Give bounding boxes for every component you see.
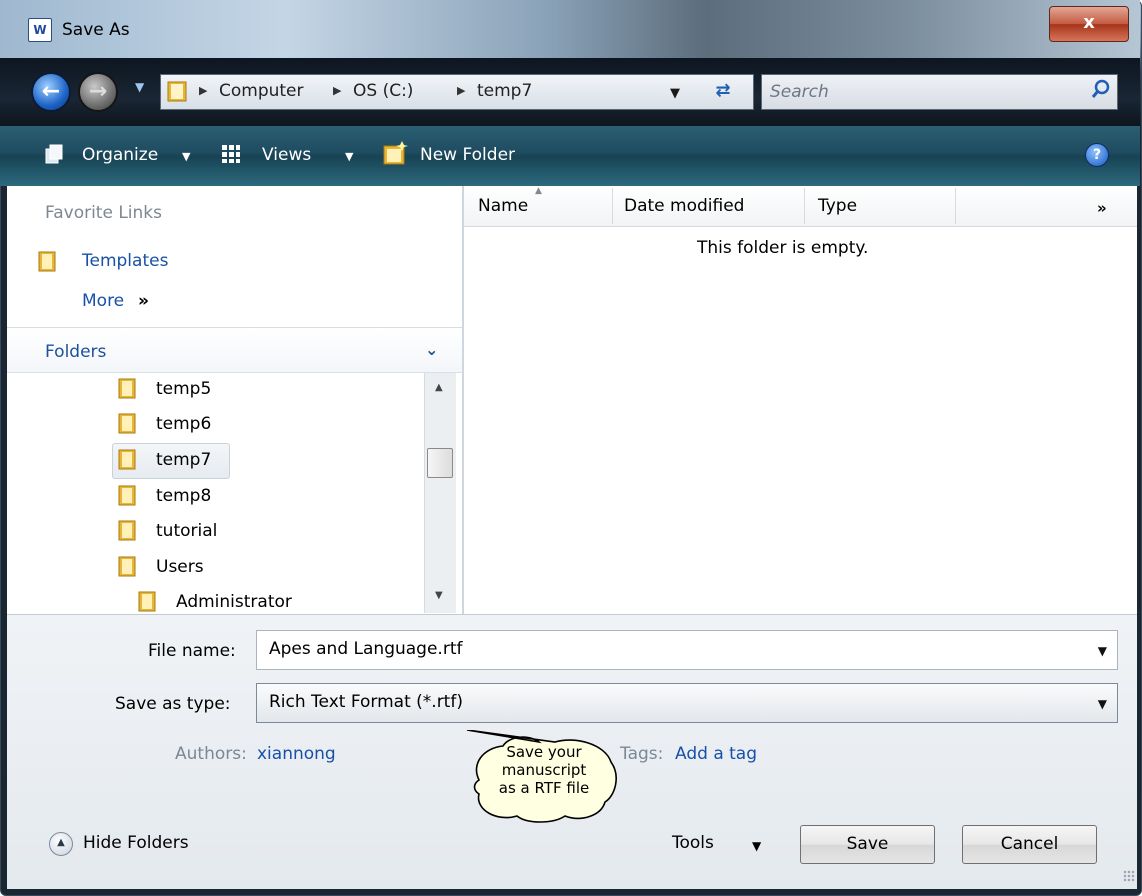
- breadcrumb-item-drive[interactable]: OS (C:): [353, 81, 413, 101]
- tree-item-temp6[interactable]: temp6: [156, 414, 211, 434]
- folder-icon: [118, 485, 136, 506]
- navigation-pane: [7, 186, 462, 614]
- tree-item-temp8[interactable]: temp8: [156, 486, 211, 506]
- recent-pages-dropdown-icon[interactable]: ▼: [135, 80, 144, 94]
- chevron-down-icon[interactable]: ▼: [1098, 644, 1107, 658]
- hide-folders-icon[interactable]: ▲: [49, 832, 73, 856]
- window-title: Save As: [62, 20, 130, 40]
- column-divider[interactable]: [955, 188, 956, 224]
- column-header-type[interactable]: Type: [818, 196, 857, 216]
- chevron-down-icon[interactable]: ⌄: [425, 340, 438, 359]
- column-divider[interactable]: [612, 188, 613, 224]
- empty-folder-message: This folder is empty.: [697, 238, 869, 258]
- back-button[interactable]: ←: [31, 72, 71, 112]
- close-button[interactable]: x: [1049, 6, 1129, 42]
- organize-dropdown-icon[interactable]: ▼: [182, 150, 190, 163]
- command-toolbar: [0, 126, 1140, 186]
- breadcrumb[interactable]: ▶ Computer ▶ OS (C:) ▶ temp7: [160, 74, 754, 110]
- sort-ascending-icon: ▲: [535, 186, 542, 196]
- search-placeholder: Search: [770, 82, 829, 102]
- search-input[interactable]: Search: [761, 74, 1118, 110]
- column-header-date-modified[interactable]: Date modified: [624, 196, 744, 216]
- tools-dropdown-icon[interactable]: ▼: [752, 839, 761, 853]
- help-icon[interactable]: ?: [1085, 143, 1109, 167]
- organize-icon: [45, 144, 63, 164]
- hide-folders-button[interactable]: Hide Folders: [83, 833, 189, 853]
- folder-icon: [118, 378, 136, 399]
- folder-icon: [118, 556, 136, 577]
- tree-item-administrator[interactable]: Administrator: [176, 592, 292, 612]
- breadcrumb-item-computer[interactable]: Computer: [219, 81, 304, 101]
- callout-line: as a RTF file: [498, 779, 590, 797]
- folders-scrollbar[interactable]: [424, 373, 456, 613]
- tools-button[interactable]: Tools: [672, 833, 714, 853]
- folder-icon: [118, 449, 136, 470]
- tree-item-temp5[interactable]: temp5: [156, 379, 211, 399]
- save-as-type-label: Save as type:: [115, 694, 231, 714]
- new-folder-button[interactable]: New Folder: [420, 145, 515, 165]
- column-header-row: [464, 186, 1137, 227]
- favorite-links-header: Favorite Links: [45, 203, 163, 223]
- breadcrumb-item-temp7[interactable]: temp7: [477, 81, 532, 101]
- scroll-down-icon[interactable]: ▼: [435, 590, 443, 601]
- scroll-up-icon[interactable]: ▲: [435, 382, 443, 393]
- callout-line: Save your: [506, 743, 582, 761]
- tree-item-tutorial[interactable]: tutorial: [156, 521, 217, 541]
- refresh-icon[interactable]: ⇄: [702, 76, 744, 106]
- authors-label: Authors:: [175, 744, 247, 764]
- new-folder-icon: [383, 141, 408, 165]
- breadcrumb-separator-icon[interactable]: ▶: [457, 84, 465, 97]
- folder-icon: [118, 520, 136, 541]
- breadcrumb-separator-icon[interactable]: ▶: [199, 84, 207, 97]
- file-name-label: File name:: [148, 641, 236, 661]
- title-bar[interactable]: [0, 0, 1140, 58]
- column-divider[interactable]: [804, 188, 805, 224]
- column-header-name[interactable]: Name: [478, 196, 528, 216]
- file-name-value[interactable]: Apes and Language.rtf: [269, 639, 462, 659]
- scrollbar-thumb[interactable]: [427, 448, 453, 478]
- breadcrumb-separator-icon[interactable]: ▶: [333, 84, 341, 97]
- file-name-field[interactable]: Apes and Language.rtf ▼: [256, 630, 1118, 670]
- more-links-chevron-icon[interactable]: »: [138, 291, 149, 311]
- authors-value[interactable]: xiannong: [257, 744, 336, 764]
- folder-icon: [38, 251, 56, 272]
- forward-button[interactable]: →: [78, 72, 118, 112]
- folders-header[interactable]: Folders: [45, 342, 106, 362]
- more-columns-icon[interactable]: »: [1097, 199, 1107, 217]
- word-app-icon: W: [28, 18, 52, 42]
- more-links[interactable]: More: [82, 291, 124, 311]
- save-as-type-select[interactable]: Rich Text Format (*.rtf) ▼: [256, 683, 1118, 723]
- chevron-down-icon[interactable]: ▼: [1098, 697, 1107, 711]
- add-tag-link[interactable]: Add a tag: [675, 744, 757, 764]
- views-button[interactable]: Views: [262, 145, 311, 165]
- tree-item-temp7[interactable]: temp7: [156, 450, 211, 470]
- folder-icon: [167, 81, 187, 102]
- address-dropdown-icon[interactable]: ▼: [670, 86, 680, 101]
- callout-text: Save your manuscript as a RTF file: [480, 743, 608, 797]
- resize-grip[interactable]: [1123, 870, 1135, 882]
- folder-icon: [138, 591, 156, 612]
- views-dropdown-icon[interactable]: ▼: [345, 150, 353, 163]
- save-button[interactable]: Save: [800, 825, 935, 864]
- tags-label: Tags:: [620, 744, 664, 764]
- folder-icon: [118, 413, 136, 434]
- search-icon[interactable]: [1090, 78, 1112, 100]
- save-as-type-value[interactable]: Rich Text Format (*.rtf): [269, 692, 463, 712]
- cancel-button[interactable]: Cancel: [962, 825, 1097, 864]
- views-icon: [222, 145, 240, 163]
- callout-line: manuscript: [501, 761, 587, 779]
- tree-item-users[interactable]: Users: [156, 557, 204, 577]
- organize-button[interactable]: Organize: [82, 145, 158, 165]
- favorite-link-templates[interactable]: Templates: [82, 251, 168, 271]
